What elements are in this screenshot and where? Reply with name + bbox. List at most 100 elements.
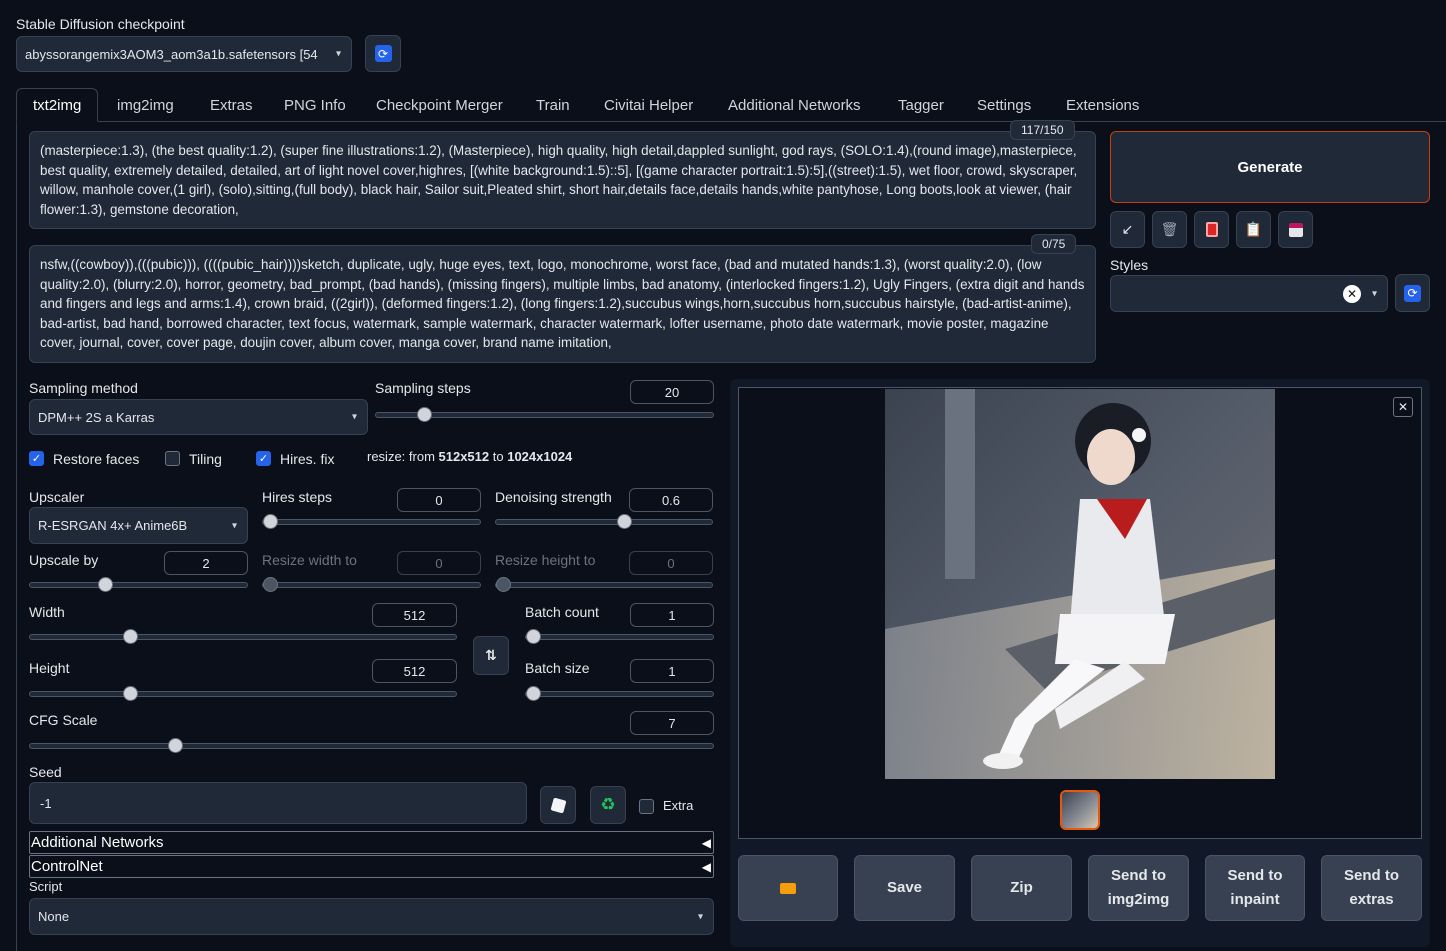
swap-dimensions-button[interactable]: ⇅ (473, 636, 509, 675)
additional-networks-accordion[interactable]: Additional Networks ◀ (29, 831, 714, 854)
batch-size-slider[interactable] (525, 686, 714, 701)
clipboard-icon: 📋 (1244, 221, 1263, 237)
clear-icon[interactable]: ✕ (1343, 285, 1361, 303)
slider-knob[interactable] (98, 577, 113, 592)
height-input[interactable]: 512 (372, 659, 457, 683)
denoising-strength-slider[interactable] (495, 514, 713, 529)
batch-count-slider[interactable] (525, 629, 714, 644)
slider-knob[interactable] (123, 686, 138, 701)
tab-additional-networks[interactable]: Additional Networks (728, 88, 861, 122)
trash-icon: 🗑 (1160, 221, 1179, 237)
tab-checkpoint-merger[interactable]: Checkpoint Merger (376, 88, 503, 122)
upscaler-label: Upscaler (29, 489, 85, 505)
resize-width-slider[interactable] (262, 577, 481, 592)
batch-count-input[interactable]: 1 (630, 603, 714, 627)
checkpoint-dropdown[interactable]: abyssorangemix3AOM3_aom3a1b.safetensors … (16, 36, 352, 72)
sampling-steps-slider[interactable] (375, 407, 714, 422)
width-input[interactable]: 512 (372, 603, 457, 627)
image-gallery: ✕ (738, 387, 1422, 839)
cfg-scale-input[interactable]: 7 (630, 711, 714, 735)
refresh-styles-button[interactable]: ⟳ (1395, 274, 1430, 312)
slider-knob[interactable] (617, 514, 632, 529)
seed-input[interactable]: -1 (29, 782, 527, 824)
card-icon (1205, 222, 1218, 237)
hires-steps-slider[interactable] (262, 514, 481, 529)
tab-extras[interactable]: Extras (210, 88, 253, 122)
prompt-token-counter: 117/150 (1010, 120, 1075, 140)
hires-fix-checkbox[interactable]: ✓ (256, 451, 271, 466)
send-to-extras-button[interactable]: Send to extras (1321, 855, 1422, 921)
styles-dropdown[interactable]: ✕ ▾ (1110, 275, 1388, 312)
upscaler-dropdown[interactable]: R-ESRGAN 4x+ Anime6B ▾ (29, 507, 248, 544)
batch-size-input[interactable]: 1 (630, 659, 714, 683)
negative-prompt-textarea[interactable]: nsfw,((cowboy)),(((pubic))), ((((pubic_h… (29, 245, 1096, 363)
slider-knob[interactable] (263, 577, 278, 592)
random-seed-button[interactable] (540, 786, 576, 824)
tab-png-info[interactable]: PNG Info (284, 88, 346, 122)
tab-extensions[interactable]: Extensions (1066, 88, 1139, 122)
send-to-inpaint-button[interactable]: Send to inpaint (1205, 855, 1305, 921)
generated-image[interactable] (885, 389, 1275, 779)
thumbnail[interactable] (1060, 790, 1100, 830)
close-icon[interactable]: ✕ (1393, 397, 1413, 417)
resize-height-label: Resize height to (495, 552, 596, 568)
generate-button[interactable]: Generate (1110, 131, 1430, 203)
denoising-strength-label: Denoising strength (495, 489, 612, 505)
tab-txt2img[interactable]: txt2img (16, 88, 99, 122)
denoising-strength-input[interactable]: 0.6 (629, 488, 713, 512)
slider-knob[interactable] (168, 738, 183, 753)
show-extra-networks-button[interactable] (1194, 211, 1229, 248)
restore-faces-checkbox[interactable]: ✓ (29, 451, 44, 466)
width-slider[interactable] (29, 629, 457, 644)
slider-knob[interactable] (496, 577, 511, 592)
open-folder-button[interactable] (738, 855, 838, 921)
negative-token-counter: 0/75 (1031, 234, 1077, 254)
zip-button[interactable]: Zip (971, 855, 1072, 921)
collapse-triangle-icon: ◀ (701, 859, 711, 874)
script-label: Script (29, 879, 63, 894)
controlnet-accordion[interactable]: ControlNet ◀ (29, 855, 714, 878)
slider-knob[interactable] (526, 686, 541, 701)
send-to-img2img-button[interactable]: Send to img2img (1088, 855, 1189, 921)
upscale-by-slider[interactable] (29, 577, 248, 592)
styles-label: Styles (1110, 257, 1149, 273)
clear-prompt-button[interactable]: 🗑 (1152, 211, 1187, 248)
refresh-icon: ⟳ (1404, 284, 1421, 302)
sampling-steps-label: Sampling steps (375, 380, 471, 396)
hires-steps-input[interactable]: 0 (397, 488, 481, 512)
extra-seed-label: Extra (663, 798, 694, 813)
tab-tagger[interactable]: Tagger (898, 88, 944, 122)
cfg-scale-slider[interactable] (29, 738, 714, 753)
sampling-method-value: DPM++ 2S a Karras (38, 409, 155, 425)
dice-icon (550, 797, 566, 813)
upscale-by-label: Upscale by (29, 552, 99, 568)
tab-train[interactable]: Train (536, 88, 570, 122)
resize-height-slider[interactable] (495, 577, 713, 592)
slider-knob[interactable] (123, 629, 138, 644)
script-dropdown[interactable]: None ▾ (29, 898, 714, 935)
sampling-steps-input[interactable]: 20 (630, 380, 714, 404)
resize-height-input[interactable]: 0 (629, 551, 713, 575)
tab-settings[interactable]: Settings (977, 88, 1031, 122)
resize-info: resize: from 512x512 to 1024x1024 (367, 449, 573, 464)
slider-knob[interactable] (526, 629, 541, 644)
read-params-button[interactable]: ↙ (1110, 211, 1145, 248)
resize-width-input[interactable]: 0 (397, 551, 481, 575)
upscale-by-input[interactable]: 2 (164, 551, 248, 575)
sampling-method-dropdown[interactable]: DPM++ 2S a Karras ▾ (29, 399, 368, 435)
tab-civitai-helper[interactable]: Civitai Helper (604, 88, 693, 122)
apply-style-button[interactable]: 📋 (1236, 211, 1271, 248)
recycle-icon: ♻ (600, 795, 616, 814)
height-slider[interactable] (29, 686, 457, 701)
refresh-checkpoint-button[interactable]: ⟳ (365, 35, 401, 72)
tiling-checkbox[interactable] (165, 451, 180, 466)
reuse-seed-button[interactable]: ♻ (590, 786, 626, 824)
save-style-button[interactable] (1278, 211, 1313, 248)
prompt-textarea[interactable]: (masterpiece:1.3), (the best quality:1.2… (29, 131, 1096, 229)
extra-seed-checkbox[interactable] (639, 799, 654, 814)
tab-img2img[interactable]: img2img (117, 88, 174, 122)
slider-knob[interactable] (417, 407, 432, 422)
slider-knob[interactable] (263, 514, 278, 529)
save-button[interactable]: Save (854, 855, 955, 921)
accordion-title: ControlNet (31, 858, 103, 875)
